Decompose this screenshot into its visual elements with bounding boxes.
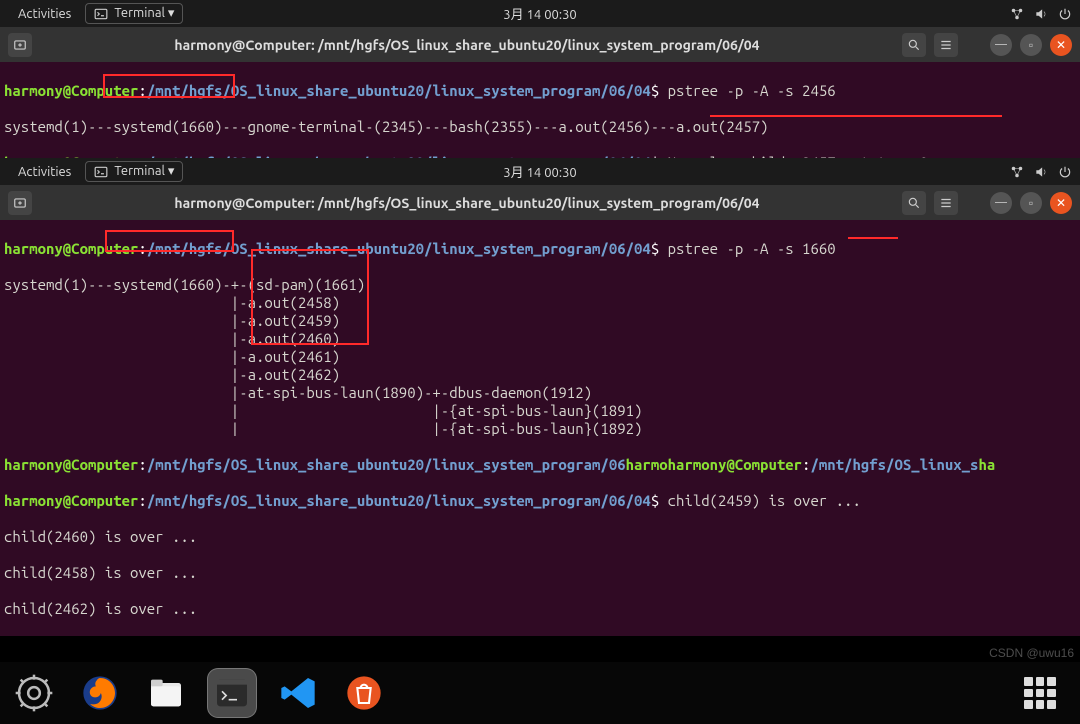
clock: 3月 14 00:30 xyxy=(503,162,576,181)
terminal-body-3[interactable]: harmony@Computer:/mnt/hgfs/OS_linux_shar… xyxy=(0,436,1080,636)
top-panel-1: Activities Terminal ▾ 3月 14 00:30 xyxy=(0,0,1080,27)
prompt-path: /mnt/hgfs/OS_linux_share_ubuntu20/linux_… xyxy=(147,82,651,99)
gear-icon xyxy=(14,673,54,713)
child-over-line: child(2462) is over ... xyxy=(4,600,1076,618)
settings-app[interactable] xyxy=(10,669,58,717)
power-icon[interactable] xyxy=(1058,7,1072,21)
activities-button[interactable]: Activities xyxy=(8,165,81,179)
terminal-icon xyxy=(94,7,108,21)
cmd-pstree: pstree -p -A -s 2456 xyxy=(668,82,836,99)
app-menu[interactable]: Terminal ▾ xyxy=(85,161,183,182)
window-title-1: harmony@Computer: /mnt/hgfs/OS_linux_sha… xyxy=(40,37,894,53)
title-bar-2: harmony@Computer: /mnt/hgfs/OS_linux_sha… xyxy=(0,185,1080,220)
vscode-icon xyxy=(278,673,318,713)
cmd-pstree-2: pstree -p -A -s 1660 xyxy=(668,240,836,257)
pstree-output-line: systemd(1)---systemd(1660)-+-(sd-pam)(16… xyxy=(4,276,1076,294)
maximize-button[interactable]: ▫ xyxy=(1020,34,1042,56)
terminal-body-2[interactable]: harmony@Computer:/mnt/hgfs/OS_linux_shar… xyxy=(0,220,1080,436)
maximize-button[interactable]: ▫ xyxy=(1020,192,1042,214)
close-button[interactable]: ✕ xyxy=(1050,34,1072,56)
firefox-icon xyxy=(80,673,120,713)
terminal-body-1[interactable]: harmony@Computer:/mnt/hgfs/OS_linux_shar… xyxy=(0,62,1080,158)
top-panel-2: Activities Terminal ▾ 3月 14 00:30 xyxy=(0,158,1080,185)
child-over-line: child(2459) is over ... xyxy=(668,492,861,509)
files-app[interactable] xyxy=(142,669,190,717)
shopping-bag-icon xyxy=(344,673,384,713)
activities-button[interactable]: Activities xyxy=(8,7,81,21)
highlight-underline-1660 xyxy=(848,237,898,239)
terminal-app[interactable] xyxy=(208,669,256,717)
folder-icon xyxy=(146,673,186,713)
pstree-output-line: systemd(1)---systemd(1660)---gnome-termi… xyxy=(4,118,1076,136)
wait-status: Normal - child: 2457, status: 0 xyxy=(668,154,928,158)
child-over-line: child(2460) is over ... xyxy=(4,528,1076,546)
pstree-output-line: |-a.out(2461) xyxy=(4,348,1076,366)
pstree-output-line: | |-{at-spi-bus-laun}(1892) xyxy=(4,420,1076,436)
minimize-button[interactable]: ― xyxy=(990,192,1012,214)
power-icon[interactable] xyxy=(1058,165,1072,179)
search-button[interactable] xyxy=(902,191,926,215)
pstree-output-line: |-a.out(2462) xyxy=(4,366,1076,384)
sound-icon[interactable] xyxy=(1034,7,1048,21)
grid-icon xyxy=(1024,677,1056,709)
watermark: CSDN @uwu16 xyxy=(989,646,1074,660)
child-over-line: child(2458) is over ... xyxy=(4,564,1076,582)
pstree-output-line: |-a.out(2460) xyxy=(4,330,1076,348)
vscode-app[interactable] xyxy=(274,669,322,717)
window-title-2: harmony@Computer: /mnt/hgfs/OS_linux_sha… xyxy=(40,195,894,211)
pstree-output-line: |-a.out(2458) xyxy=(4,294,1076,312)
network-icon[interactable] xyxy=(1010,7,1024,21)
title-bar-1: harmony@Computer: /mnt/hgfs/OS_linux_sha… xyxy=(0,27,1080,62)
app-menu[interactable]: Terminal ▾ xyxy=(85,3,183,24)
show-apps[interactable] xyxy=(1016,669,1064,717)
pstree-output-line: |-a.out(2459) xyxy=(4,312,1076,330)
new-tab-button[interactable] xyxy=(8,191,32,215)
terminal-icon xyxy=(94,165,108,179)
highlight-underline-status xyxy=(710,115,1002,117)
minimize-button[interactable]: ― xyxy=(990,34,1012,56)
app-menu-label: Terminal ▾ xyxy=(114,6,174,21)
network-icon[interactable] xyxy=(1010,165,1024,179)
dock xyxy=(0,662,1080,724)
close-button[interactable]: ✕ xyxy=(1050,192,1072,214)
hamburger-button[interactable] xyxy=(934,191,958,215)
search-button[interactable] xyxy=(902,33,926,57)
sound-icon[interactable] xyxy=(1034,165,1048,179)
firefox-app[interactable] xyxy=(76,669,124,717)
software-app[interactable] xyxy=(340,669,388,717)
pstree-output-line: |-at-spi-bus-laun(1890)-+-dbus-daemon(19… xyxy=(4,384,1076,402)
new-tab-button[interactable] xyxy=(8,33,32,57)
hamburger-button[interactable] xyxy=(934,33,958,57)
clock: 3月 14 00:30 xyxy=(503,4,576,23)
pstree-output-line: | |-{at-spi-bus-laun}(1891) xyxy=(4,402,1076,420)
terminal-icon xyxy=(212,673,252,713)
prompt-user: harmony@Computer xyxy=(4,82,138,99)
